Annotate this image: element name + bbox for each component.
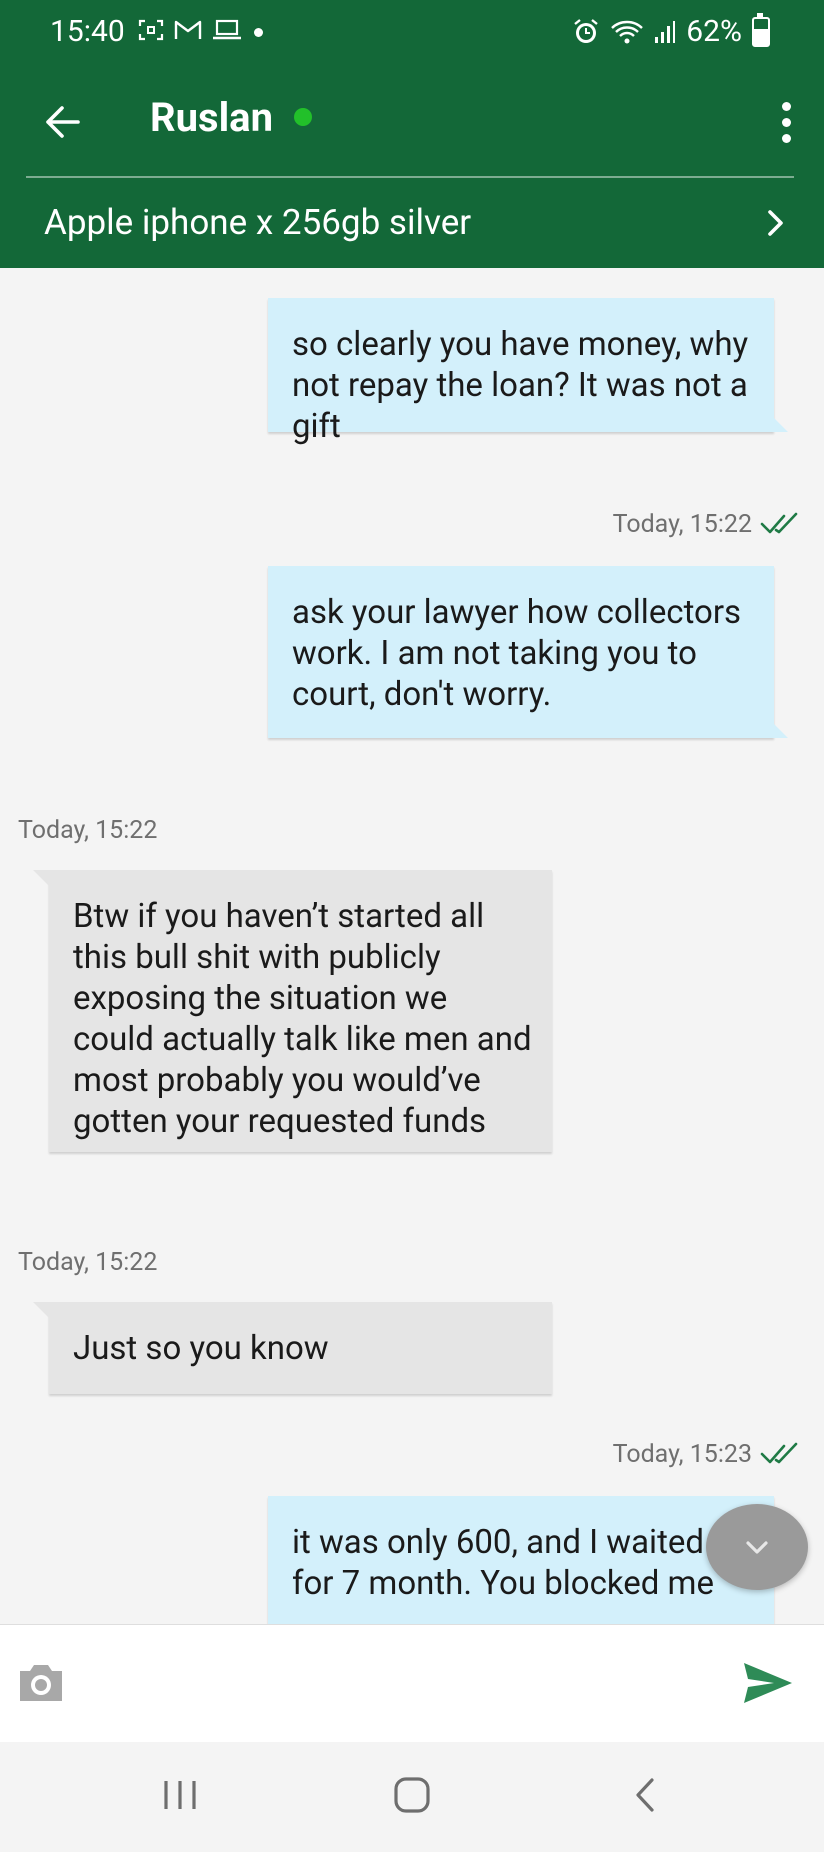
screenshot-icon bbox=[138, 19, 164, 41]
app-header: 15:40 62% Ruslan Apple iphone x 256gb si… bbox=[0, 0, 824, 268]
wifi-icon bbox=[611, 20, 644, 43]
notification-icons bbox=[138, 18, 242, 42]
message-timestamp: Today, 15:22 bbox=[612, 510, 752, 539]
message-bubble-incoming[interactable]: Btw if you haven’t started all this bull… bbox=[33, 870, 552, 1152]
laptop-icon bbox=[213, 19, 241, 40]
battery-percent: 62% bbox=[686, 14, 742, 49]
status-time: 15:40 bbox=[50, 14, 125, 49]
scroll-to-bottom-button[interactable] bbox=[706, 1504, 808, 1590]
message-text: Just so you know bbox=[73, 1329, 329, 1368]
message-composer bbox=[0, 1624, 824, 1743]
app-bar: Ruslan bbox=[0, 70, 824, 174]
message-timestamp: Today, 15:23 bbox=[612, 1440, 752, 1469]
message-bubble-outgoing[interactable]: so clearly you have money, why not repay… bbox=[268, 298, 788, 446]
system-navigation-bar bbox=[0, 1742, 824, 1852]
more-vert-icon[interactable] bbox=[774, 92, 798, 152]
camera-icon[interactable] bbox=[16, 1659, 66, 1705]
header-divider bbox=[26, 176, 794, 178]
message-bubble-outgoing[interactable]: it was only 600, and I waited for 7 mont… bbox=[268, 1496, 774, 1624]
more-notifications-dot bbox=[254, 28, 263, 37]
signal-icon bbox=[655, 20, 676, 43]
chevron-down-icon bbox=[746, 1541, 768, 1554]
nav-recents-icon[interactable] bbox=[160, 1777, 200, 1813]
alarm-icon bbox=[574, 18, 599, 43]
gmail-icon bbox=[174, 20, 202, 39]
status-right-icons: 62% bbox=[572, 12, 770, 49]
status-bar: 15:40 62% bbox=[0, 0, 824, 70]
message-text: it was only 600, and I waited for 7 mont… bbox=[292, 1523, 714, 1603]
battery-icon bbox=[752, 12, 770, 47]
chevron-right-icon bbox=[768, 210, 783, 236]
message-text: so clearly you have money, why not repay… bbox=[292, 325, 749, 446]
product-link[interactable]: Apple iphone x 256gb silver bbox=[0, 180, 824, 268]
message-bubble-outgoing[interactable]: ask your lawyer how collectors work. I a… bbox=[268, 566, 788, 738]
nav-home-icon[interactable] bbox=[393, 1776, 431, 1814]
product-title: Apple iphone x 256gb silver bbox=[44, 202, 472, 243]
message-timestamp: Today, 15:22 bbox=[18, 1248, 158, 1277]
contact-name[interactable]: Ruslan bbox=[150, 94, 273, 141]
message-text: ask your lawyer how collectors work. I a… bbox=[292, 593, 742, 714]
message-timestamp: Today, 15:22 bbox=[18, 816, 158, 845]
back-arrow-icon[interactable] bbox=[36, 92, 96, 152]
double-check-icon bbox=[760, 512, 798, 534]
message-list[interactable]: so clearly you have money, why not repay… bbox=[0, 268, 824, 1624]
nav-back-icon[interactable] bbox=[632, 1776, 658, 1814]
send-icon[interactable] bbox=[742, 1661, 794, 1705]
message-text: Btw if you haven’t started all this bull… bbox=[73, 897, 532, 1141]
double-check-icon bbox=[760, 1442, 798, 1464]
message-bubble-incoming[interactable]: Just so you know bbox=[33, 1302, 552, 1394]
online-status-indicator bbox=[294, 108, 312, 126]
